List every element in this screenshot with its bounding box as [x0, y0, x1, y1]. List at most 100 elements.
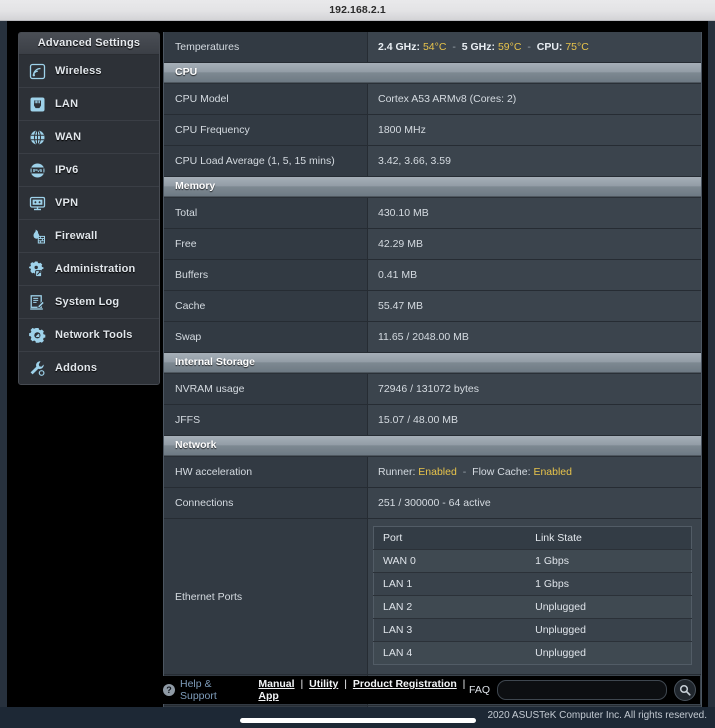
- footer-bar: ? Help & Support Manual | Utility | Prod…: [163, 676, 700, 704]
- row-value: 72946 / 131072 bytes: [367, 373, 701, 405]
- table-row-ethernet-ports: Ethernet Ports Port Link State WAN 0 1 G…: [164, 518, 701, 675]
- sidebar-item-label: Wireless: [55, 65, 102, 77]
- row-label: Temperatures: [164, 32, 368, 63]
- browser-title-bar: 192.168.2.1: [0, 0, 715, 21]
- copyright-strip: 2020 ASUSTeK Computer Inc. All rights re…: [0, 707, 715, 728]
- port-link-state: 1 Gbps: [526, 572, 692, 596]
- column-header-link-state: Link State: [526, 526, 692, 550]
- sidebar-item-label: Addons: [55, 362, 98, 374]
- link-divider: |: [462, 678, 466, 690]
- sidebar-item-ipv6[interactable]: IPv6 IPv6: [19, 154, 159, 187]
- help-icon[interactable]: ?: [163, 684, 175, 696]
- router-admin-screen: 192.168.2.1 Advanced Settings Wireless L…: [0, 0, 715, 728]
- sidebar-item-label: LAN: [55, 98, 79, 110]
- row-label: Swap: [164, 321, 368, 353]
- separator: -: [452, 41, 456, 53]
- separator: -: [462, 466, 467, 478]
- row-label: HW acceleration: [164, 456, 368, 488]
- row-label: Ethernet Ports: [164, 518, 368, 675]
- ipv6-globe-icon: IPv6: [27, 160, 47, 180]
- faq-label: FAQ: [468, 684, 490, 696]
- address-bar-url[interactable]: 192.168.2.1: [329, 4, 386, 16]
- sidebar-item-lan[interactable]: LAN: [19, 88, 159, 121]
- port-name: LAN 3: [373, 618, 527, 642]
- table-row: NVRAM usage 72946 / 131072 bytes: [164, 373, 701, 405]
- port-name: WAN 0: [373, 549, 527, 573]
- table-header-row: Port Link State: [373, 526, 692, 550]
- help-support-label[interactable]: Help & Support: [180, 678, 244, 702]
- vpn-monitor-icon: [27, 193, 47, 213]
- runner-status: Enabled: [418, 466, 457, 478]
- table-row: LAN 2 Unplugged: [373, 595, 692, 619]
- wan-globe-icon: [27, 127, 47, 147]
- sidebar-item-label: Firewall: [55, 230, 98, 242]
- separator: -: [527, 41, 531, 53]
- footer-links: Manual | Utility | Product Registration …: [258, 678, 469, 702]
- port-link-state: Unplugged: [526, 618, 692, 642]
- firewall-flame-icon: [27, 226, 47, 246]
- copyright-text: 2020 ASUSTeK Computer Inc. All rights re…: [487, 710, 707, 721]
- page-right-edge: [708, 21, 715, 707]
- section-title: CPU: [164, 63, 701, 83]
- section-title: Network: [164, 436, 701, 456]
- sidebar-item-administration[interactable]: Administration: [19, 253, 159, 286]
- temp-5-value: 59°C: [497, 41, 522, 53]
- row-label: Cache: [164, 290, 368, 322]
- table-row: Swap 11.65 / 2048.00 MB: [164, 321, 701, 353]
- section-header-network: Network: [164, 435, 701, 457]
- sidebar-item-wan[interactable]: WAN: [19, 121, 159, 154]
- system-info-table: Temperatures 2.4 GHz: 54°C - 5 GHz: 59°C…: [164, 32, 701, 707]
- section-title: Internal Storage: [164, 353, 701, 373]
- link-divider: |: [344, 678, 347, 690]
- row-value: 42.29 MB: [367, 228, 701, 260]
- row-label: Connections: [164, 487, 368, 519]
- temp-5-label: 5 GHz:: [461, 41, 496, 53]
- row-value: 2.4 GHz: 54°C - 5 GHz: 59°C - CPU: 75°C: [367, 32, 701, 63]
- row-label: JFFS: [164, 404, 368, 436]
- row-value: 251 / 300000 - 64 active: [367, 487, 701, 519]
- temp-cpu-value: 75°C: [565, 41, 589, 53]
- sidebar-item-firewall[interactable]: Firewall: [19, 220, 159, 253]
- table-row-connections: Connections 251 / 300000 - 64 active: [164, 487, 701, 519]
- row-value: 55.47 MB: [367, 290, 701, 322]
- row-label: Buffers: [164, 259, 368, 291]
- table-row: Buffers 0.41 MB: [164, 259, 701, 291]
- temp-24-label: 2.4 GHz:: [378, 41, 421, 53]
- sidebar-item-system-log[interactable]: System Log: [19, 286, 159, 319]
- table-row: WAN 0 1 Gbps: [373, 549, 692, 573]
- administration-gear-icon: [27, 259, 47, 279]
- link-utility[interactable]: Utility: [309, 678, 338, 690]
- table-row: Cache 55.47 MB: [164, 290, 701, 322]
- row-label: Total: [164, 197, 368, 229]
- sidebar-item-addons[interactable]: Addons: [19, 352, 159, 384]
- link-manual[interactable]: Manual: [258, 678, 294, 690]
- row-label: CPU Frequency: [164, 114, 368, 146]
- link-product-registration[interactable]: Product Registration: [353, 678, 457, 690]
- row-label: Free: [164, 228, 368, 260]
- link-app[interactable]: App: [258, 690, 278, 702]
- search-icon[interactable]: [674, 679, 696, 701]
- row-value: 11.65 / 2048.00 MB: [367, 321, 701, 353]
- port-name: LAN 1: [373, 572, 527, 596]
- link-divider: |: [300, 678, 304, 690]
- table-row: LAN 3 Unplugged: [373, 618, 692, 642]
- ethernet-ports-table: Port Link State WAN 0 1 Gbps LAN 1 1 Gbp…: [373, 526, 692, 665]
- flow-cache-label: Flow Cache:: [472, 466, 531, 478]
- sidebar-item-network-tools[interactable]: Network Tools: [19, 319, 159, 352]
- section-header-memory: Memory: [164, 176, 701, 198]
- table-row: Free 42.29 MB: [164, 228, 701, 260]
- sidebar-item-vpn[interactable]: VPN: [19, 187, 159, 220]
- section-header-internal-storage: Internal Storage: [164, 352, 701, 374]
- row-label: CPU Load Average (1, 5, 15 mins): [164, 145, 368, 177]
- sidebar: Advanced Settings Wireless LAN WAN IPv6 …: [18, 32, 160, 385]
- home-indicator[interactable]: [239, 718, 476, 723]
- port-name: LAN 4: [373, 641, 527, 665]
- table-row: Total 430.10 MB: [164, 197, 701, 229]
- sidebar-item-wireless[interactable]: Wireless: [19, 55, 159, 88]
- svg-text:IPv6: IPv6: [32, 168, 42, 173]
- row-label: CPU Model: [164, 83, 368, 115]
- row-value: 15.07 / 48.00 MB: [367, 404, 701, 436]
- table-row: LAN 4 Unplugged: [373, 641, 692, 665]
- faq-search-input[interactable]: [497, 680, 667, 700]
- port-link-state: Unplugged: [526, 641, 692, 665]
